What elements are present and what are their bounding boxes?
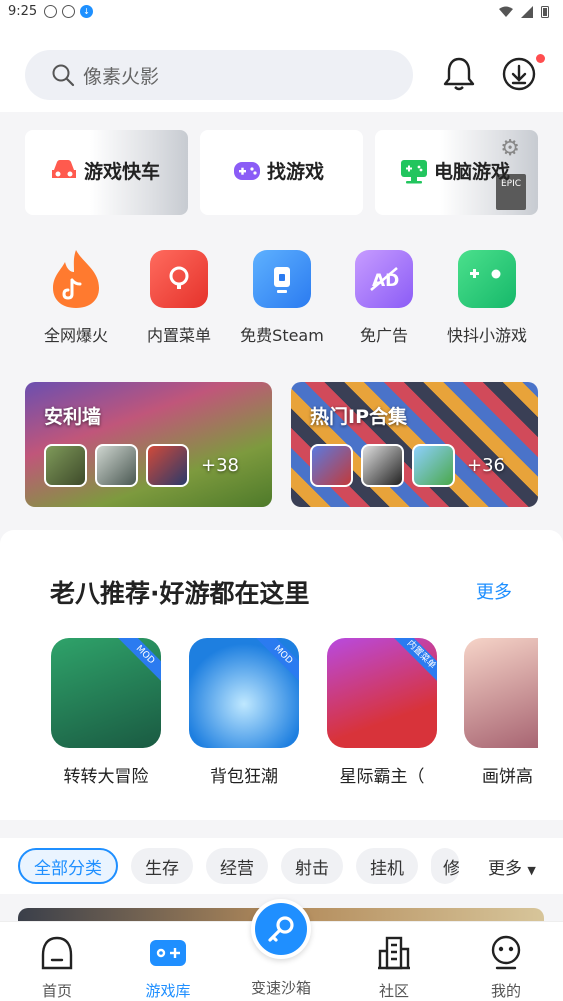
game-avatar	[310, 444, 353, 487]
svg-text:AD: AD	[372, 271, 399, 291]
menu-bulb-icon	[150, 250, 208, 308]
quick-built-in-menu[interactable]: 内置菜单	[124, 250, 234, 346]
tab-home[interactable]: 首页	[12, 934, 102, 1001]
car-icon	[52, 159, 76, 178]
entry-game-express[interactable]: 游戏快车	[25, 130, 188, 215]
promo-hot-ip[interactable]: 热门IP合集 +36	[291, 382, 538, 507]
game-avatar	[44, 444, 87, 487]
status-time: 9:25	[8, 4, 38, 19]
speed-sandbox-icon[interactable]	[251, 899, 311, 959]
search-placeholder: 像素火影	[83, 66, 160, 88]
vpn-icon	[62, 5, 75, 18]
more-link[interactable]: 更多	[476, 578, 512, 604]
ad-free-icon: AD	[355, 250, 413, 308]
tab-game-library[interactable]: 游戏库	[123, 934, 213, 1001]
more-count: +38	[201, 455, 239, 476]
shield-icon	[44, 5, 57, 18]
game-avatar	[95, 444, 138, 487]
mini-game-icon	[458, 250, 516, 308]
game-card[interactable]: MOD 背包狂潮	[189, 638, 299, 787]
category-chip[interactable]: 修	[431, 848, 459, 884]
game-name: 星际霸主（	[339, 767, 425, 787]
wifi-icon	[499, 6, 513, 17]
search-icon	[52, 64, 75, 87]
quick-hot[interactable]: 全网爆火	[21, 250, 131, 346]
quick-label: 免费Steam	[240, 326, 324, 345]
game-card[interactable]: 内置菜单 星际霸主（	[327, 638, 437, 787]
tab-profile[interactable]: 我的	[461, 934, 551, 1001]
quick-label: 快抖小游戏	[446, 326, 527, 345]
promo-anli-wall[interactable]: 安利墙 +38	[25, 382, 272, 507]
download-notify-icon: ↓	[80, 5, 93, 18]
game-card[interactable]: 画饼高	[464, 638, 538, 787]
menu-badge: 内置菜单	[393, 638, 437, 683]
tab-label: 游戏库	[145, 982, 191, 1000]
game-cover: MOD	[51, 638, 161, 748]
gamepad-icon	[234, 161, 260, 180]
game-name: 画饼高	[482, 767, 533, 787]
quick-label: 全网爆火	[43, 326, 108, 345]
category-chip[interactable]: 经营	[206, 848, 268, 884]
tab-label: 我的	[490, 982, 521, 1000]
quick-label: 内置菜单	[146, 326, 211, 345]
bell-icon[interactable]	[442, 56, 476, 92]
game-avatar	[361, 444, 404, 487]
mod-badge: MOD	[255, 638, 299, 683]
community-icon	[378, 936, 410, 970]
entry-pc-games[interactable]: ⚙ EPIC 电脑游戏	[375, 130, 538, 215]
category-chip[interactable]: 生存	[131, 848, 193, 884]
game-avatar	[146, 444, 189, 487]
category-bar: 全部分类 生存 经营 射击 挂机 修 更多 ▼	[0, 838, 563, 894]
entry-label: 找游戏	[267, 161, 325, 183]
quick-ad-free[interactable]: AD 免广告	[329, 250, 439, 346]
home-icon	[41, 936, 73, 970]
entry-label: 游戏快车	[84, 161, 161, 183]
tiktok-flame-icon	[47, 250, 105, 308]
tab-label: 首页	[41, 982, 72, 1000]
category-chip-all[interactable]: 全部分类	[18, 848, 118, 884]
battery-icon	[541, 6, 549, 18]
quick-label: 免广告	[359, 326, 408, 345]
category-chip[interactable]: 挂机	[356, 848, 418, 884]
promo-title: 安利墙	[44, 406, 102, 428]
entry-find-game[interactable]: 找游戏	[200, 130, 363, 215]
category-chip[interactable]: 射击	[281, 848, 343, 884]
game-avatar	[412, 444, 455, 487]
caret-down-icon: ▼	[527, 864, 536, 877]
promo-title: 热门IP合集	[310, 406, 407, 428]
recommend-section: 老八推荐·好游都在这里 更多 MOD 转转大冒险 MOD 背包狂潮 内置菜单 星…	[0, 530, 563, 820]
game-cover: MOD	[189, 638, 299, 748]
game-card[interactable]: MOD 转转大冒险	[51, 638, 161, 787]
game-cover: 内置菜单	[327, 638, 437, 748]
header: 像素火影	[0, 26, 563, 112]
signal-icon	[521, 5, 533, 18]
tab-speed-sandbox[interactable]: 变速沙箱	[236, 977, 326, 998]
tab-label: 变速沙箱	[250, 979, 311, 997]
status-bar: 9:25 ↓	[0, 0, 563, 26]
monitor-gamepad-icon	[401, 159, 427, 183]
game-cover	[464, 638, 538, 748]
steam-monitor-icon	[253, 250, 311, 308]
entry-label: 电脑游戏	[434, 161, 511, 183]
notification-dot	[536, 54, 545, 63]
mod-badge: MOD	[117, 638, 161, 683]
profile-icon	[491, 935, 521, 970]
tab-label: 社区	[378, 982, 409, 1000]
quick-free-steam[interactable]: 免费Steam	[227, 250, 337, 346]
game-name: 背包狂潮	[210, 767, 278, 787]
game-library-icon	[150, 940, 186, 966]
section-title: 老八推荐·好游都在这里	[50, 579, 310, 608]
game-name: 转转大冒险	[63, 767, 149, 787]
category-more[interactable]: 更多 ▼	[488, 854, 536, 879]
more-count: +36	[467, 455, 505, 476]
search-input[interactable]: 像素火影	[25, 50, 413, 100]
download-icon[interactable]	[501, 56, 537, 92]
quick-mini-games[interactable]: 快抖小游戏	[432, 250, 542, 346]
tab-community[interactable]: 社区	[349, 934, 439, 1001]
